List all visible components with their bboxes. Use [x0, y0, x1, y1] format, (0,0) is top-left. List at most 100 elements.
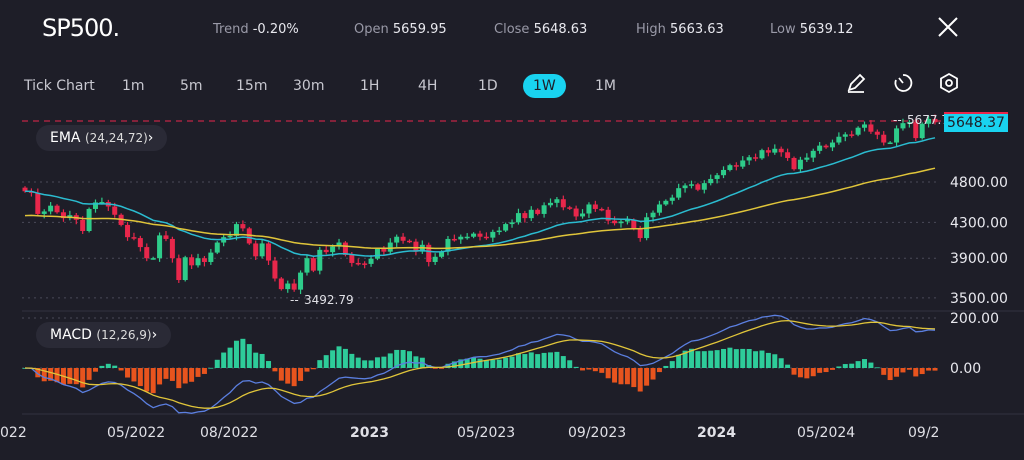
candle-body	[573, 208, 579, 217]
macd-histogram-bar	[778, 358, 784, 368]
candle	[778, 146, 784, 157]
macd-histogram-bar	[829, 368, 835, 370]
candle-body	[278, 278, 284, 290]
candle-body	[137, 238, 143, 248]
candle-body	[727, 165, 733, 170]
macd-histogram-bar	[727, 347, 733, 368]
candle	[86, 207, 92, 233]
macd-histogram-bar	[874, 367, 880, 369]
x-axis-label: 05/2024	[797, 425, 855, 441]
macd-histogram-bar	[407, 351, 413, 368]
macd-histogram-bar	[86, 368, 92, 380]
candle	[567, 205, 573, 211]
candle	[772, 144, 778, 155]
x-axis-label: 05/2023	[457, 425, 515, 441]
macd-histogram-bar	[92, 368, 98, 372]
macd-histogram-bar	[310, 368, 316, 370]
candle	[195, 253, 201, 268]
macd-histogram-bar	[849, 363, 855, 368]
price-tick-label: 3500.00	[950, 291, 1008, 307]
candle	[483, 232, 489, 240]
candle	[733, 162, 739, 171]
macd-params: (12,26,9)	[96, 328, 152, 342]
macd-histogram-bar	[374, 357, 380, 368]
candle-body	[362, 263, 368, 265]
candle	[797, 156, 803, 173]
candle-body	[400, 236, 406, 241]
candle	[522, 210, 528, 223]
candle-body	[676, 188, 682, 198]
candle	[849, 130, 855, 138]
macd-histogram-bar	[355, 357, 361, 368]
candle	[323, 245, 329, 255]
candle	[515, 208, 521, 225]
chevron-right-icon: ›	[151, 327, 158, 343]
candle	[60, 209, 66, 222]
ema-label: EMA	[50, 130, 81, 146]
candle	[503, 222, 509, 233]
candle-body	[554, 199, 560, 203]
candle-body	[272, 260, 278, 279]
ema-indicator-pill[interactable]: EMA (24,24,72)›	[36, 125, 168, 151]
macd-histogram-bar	[144, 368, 150, 392]
candle-body	[541, 205, 547, 214]
macd-histogram-bar	[272, 368, 278, 372]
candle	[554, 197, 560, 208]
candle-body	[374, 249, 380, 259]
macd-histogram-bar	[182, 368, 188, 384]
candle	[586, 202, 592, 218]
candle	[605, 206, 611, 225]
x-axis-label: 08/2022	[200, 425, 258, 441]
macd-histogram-bar	[868, 362, 874, 368]
macd-histogram-bar	[336, 346, 342, 368]
candle	[266, 241, 272, 265]
macd-histogram-bar	[195, 368, 201, 377]
macd-histogram-bar	[349, 353, 355, 368]
macd-histogram-bar	[528, 352, 534, 368]
macd-indicator-pill[interactable]: MACD (12,26,9)›	[36, 322, 172, 348]
macd-tick-label: 0.00	[950, 361, 981, 377]
macd-histogram-bar	[253, 352, 259, 368]
candle-body	[637, 228, 643, 239]
candle-body	[291, 283, 297, 290]
macd-histogram-bar	[862, 359, 868, 368]
candle-body	[842, 134, 848, 137]
candle-body	[682, 185, 688, 189]
macd-histogram-bar	[503, 357, 509, 368]
candle-body	[650, 212, 656, 218]
candle	[381, 246, 387, 256]
candle-body	[592, 204, 598, 209]
candle-body	[509, 222, 515, 225]
macd-histogram-bar	[298, 368, 304, 381]
candle-body	[663, 200, 669, 205]
candle	[695, 182, 701, 192]
macd-histogram-bar	[586, 368, 592, 370]
candle-body	[387, 242, 393, 252]
candle	[599, 207, 605, 212]
candle-body	[759, 150, 765, 159]
candle	[362, 261, 368, 269]
candle-body	[330, 246, 336, 253]
candle	[387, 238, 393, 254]
candle-body	[323, 249, 329, 253]
candle-body	[131, 237, 137, 239]
candle	[624, 216, 630, 225]
macd-histogram-bar	[246, 344, 252, 368]
candle-body	[528, 209, 534, 219]
macd-histogram-bar	[740, 348, 746, 368]
candle-body	[490, 231, 496, 238]
candle	[169, 236, 175, 263]
candle-body	[355, 262, 361, 265]
macd-histogram-bar	[804, 368, 810, 379]
candle-body	[201, 258, 207, 262]
candle	[541, 202, 547, 218]
macd-histogram-bar	[900, 368, 906, 373]
candle	[477, 230, 483, 241]
candle	[618, 219, 624, 228]
candle-body	[253, 243, 259, 257]
candle-body	[522, 213, 528, 219]
candle-body	[483, 236, 489, 239]
candle	[836, 132, 842, 145]
price-chart[interactable]: 4800.00 4300.00 3900.00 3500.00 200.00 0.00 02…	[0, 0, 1024, 460]
candle	[92, 199, 98, 213]
